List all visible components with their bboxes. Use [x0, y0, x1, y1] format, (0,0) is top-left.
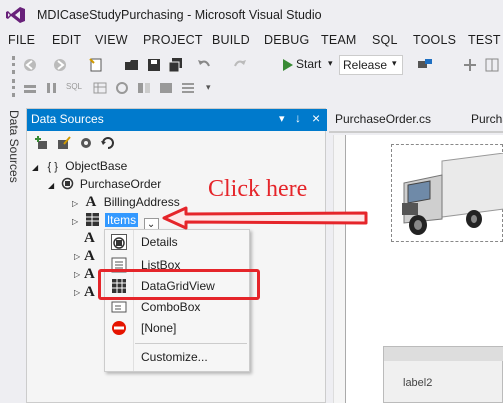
- object-icon: [61, 177, 74, 190]
- menu-view[interactable]: VIEW: [95, 33, 128, 47]
- tree-node-items[interactable]: ▷ Items ⌄: [72, 211, 159, 233]
- text-field-icon: A: [84, 266, 95, 282]
- expand-icon[interactable]: ▷: [74, 288, 80, 297]
- save-all-icon[interactable]: [168, 57, 184, 73]
- window-title: MDICaseStudyPurchasing - Microsoft Visua…: [37, 8, 322, 22]
- back-icon[interactable]: [22, 57, 38, 73]
- chevron-down-icon: ▾: [392, 58, 397, 68]
- grid-icon[interactable]: [484, 57, 500, 73]
- toolbar: Start ▾ Release ▾ SQL ▾: [0, 52, 503, 102]
- tab-purchase-designer[interactable]: Purchas: [471, 112, 503, 126]
- tree-node-purchaseorder[interactable]: ◢ PurchaseOrder: [48, 175, 161, 193]
- tab-underline: [329, 131, 503, 133]
- menu-tools[interactable]: TOOLS: [413, 33, 456, 47]
- menu-debug[interactable]: DEBUG: [264, 33, 309, 47]
- forward-icon[interactable]: [52, 57, 68, 73]
- control-type-dropdown: Details ListBox DataGridView ComboBox [N…: [104, 229, 250, 372]
- menu-project[interactable]: PROJECT: [143, 33, 203, 47]
- pin-icon[interactable]: ↓: [295, 111, 301, 125]
- configuration-value: Release: [343, 58, 388, 72]
- table-icon[interactable]: [158, 80, 174, 96]
- close-panel-icon[interactable]: ×: [312, 110, 320, 126]
- sql-label[interactable]: SQL: [66, 82, 82, 91]
- collapse-icon[interactable]: ◢: [48, 181, 54, 190]
- data-sources-side-tab[interactable]: Data Sources: [4, 108, 26, 188]
- save-icon[interactable]: [146, 57, 162, 73]
- grid-view-icon[interactable]: [92, 80, 108, 96]
- items-label[interactable]: Items: [104, 213, 139, 227]
- split-icon[interactable]: [136, 80, 152, 96]
- tree-label: PurchaseOrder: [79, 177, 162, 191]
- text-field-icon: A: [85, 194, 97, 210]
- expand-icon[interactable]: ▷: [74, 270, 80, 279]
- namespace-icon: { }: [47, 161, 58, 173]
- combobox-icon: [111, 299, 127, 315]
- menu-team[interactable]: TEAM: [321, 33, 357, 47]
- new-project-icon[interactable]: [88, 57, 104, 73]
- list-icon[interactable]: [180, 80, 196, 96]
- solution-configuration-select[interactable]: Release ▾: [339, 55, 403, 75]
- grid-field-icon: [85, 213, 99, 226]
- panel-header: Data Sources ▾ ↓ ×: [27, 109, 327, 131]
- highlight-box: [98, 269, 260, 300]
- menu-sql[interactable]: SQL: [372, 33, 398, 47]
- panel-title: Data Sources: [31, 112, 104, 126]
- menu-item-details[interactable]: Details: [105, 231, 249, 253]
- annotation-text: Click here: [208, 176, 308, 202]
- menu-item-none[interactable]: [None]: [105, 317, 249, 339]
- edit-dataset-icon[interactable]: [56, 135, 72, 151]
- add-data-source-icon[interactable]: [34, 135, 50, 151]
- menu-test[interactable]: TEST: [468, 33, 501, 47]
- menu-item-label: Details: [141, 235, 178, 249]
- layout-icon[interactable]: [462, 57, 478, 73]
- start-dropdown-icon[interactable]: ▾: [328, 58, 333, 69]
- menu-build[interactable]: BUILD: [212, 33, 250, 47]
- tab-purchaseorder-cs[interactable]: PurchaseOrder.cs: [335, 112, 431, 126]
- none-icon: [111, 320, 127, 336]
- start-button[interactable]: Start: [296, 57, 321, 71]
- menu-bar: FILE EDIT VIEW PROJECT BUILD DEBUG TEAM …: [0, 30, 503, 52]
- side-tab-label: Data Sources: [7, 110, 21, 183]
- annotation-arrow: [160, 206, 370, 230]
- toolbar-grip-2: [12, 79, 15, 97]
- configure-icon[interactable]: [78, 135, 94, 151]
- picture-box[interactable]: [391, 144, 503, 242]
- expand-icon[interactable]: ▷: [74, 252, 80, 261]
- menu-file[interactable]: FILE: [8, 33, 35, 47]
- undo-icon[interactable]: [196, 57, 212, 73]
- overflow-icon[interactable]: ▾: [206, 82, 211, 93]
- title-bar: MDICaseStudyPurchasing - Microsoft Visua…: [0, 0, 503, 30]
- toolbar-grip: [12, 56, 15, 74]
- expand-icon[interactable]: ▷: [72, 199, 78, 208]
- redo-icon[interactable]: [232, 57, 248, 73]
- menu-edit[interactable]: EDIT: [52, 33, 81, 47]
- tree-node-objectbase[interactable]: ◢ { } ObjectBase: [32, 157, 127, 175]
- menu-item-customize[interactable]: Customize...: [105, 346, 249, 368]
- text-field-icon: A: [84, 248, 95, 264]
- editor-area: PurchaseOrder.cs Purchas label2: [329, 108, 503, 403]
- text-field-icon: A: [84, 284, 95, 300]
- truck-image-icon: [398, 152, 503, 237]
- refresh-data-icon[interactable]: [100, 135, 116, 151]
- menu-separator: [135, 343, 247, 344]
- collapse-icon[interactable]: ◢: [32, 163, 38, 172]
- grid-header-row: [384, 347, 503, 361]
- details-icon: [111, 234, 127, 250]
- attach-process-icon[interactable]: [417, 57, 433, 73]
- open-file-icon[interactable]: [124, 57, 140, 73]
- expand-icon[interactable]: ▷: [72, 217, 78, 226]
- refresh-icon[interactable]: [114, 80, 130, 96]
- start-icon[interactable]: [279, 57, 295, 73]
- panel-dropdown-icon[interactable]: ▾: [279, 112, 285, 125]
- text-field-icon: A: [84, 230, 95, 246]
- menu-item-label: [None]: [141, 321, 177, 335]
- column-icon[interactable]: [44, 80, 60, 96]
- form-label[interactable]: label2: [403, 377, 432, 389]
- menu-item-label: Customize...: [141, 350, 208, 364]
- add-row-icon[interactable]: [22, 80, 38, 96]
- visual-studio-logo-icon: [6, 6, 26, 24]
- tree-label: ObjectBase: [65, 159, 128, 173]
